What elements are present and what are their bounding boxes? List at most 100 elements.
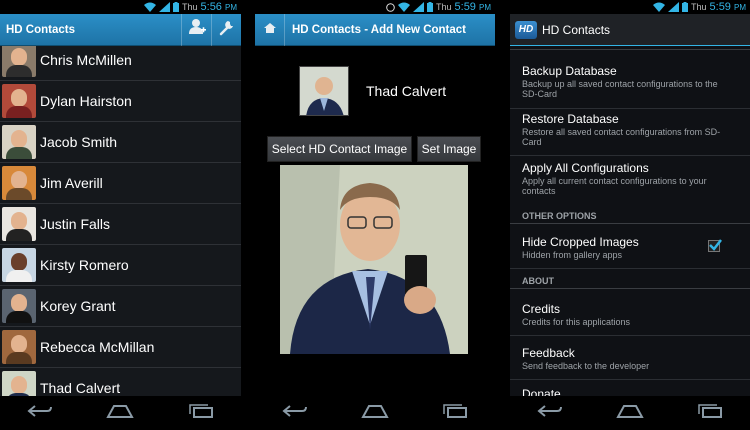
credits-subtitle: Credits for this applications (522, 317, 631, 327)
status-time: 5:59 PM (709, 1, 746, 13)
action-bar: HD Contacts - Add New Contact (255, 13, 495, 46)
contact-name: Jacob Smith (40, 134, 118, 150)
contact-list: Chris McMillen Dylan Hairston Jacob Smit… (0, 46, 241, 396)
signal-icon (668, 2, 679, 12)
list-item[interactable]: Rebecca McMillan (0, 327, 241, 368)
add-contact-button[interactable] (181, 13, 211, 46)
list-item[interactable]: Thad Calvert (0, 368, 241, 396)
contact-name: Justin Falls (40, 216, 111, 232)
recent-apps-icon[interactable] (442, 403, 468, 423)
battery-icon (427, 2, 433, 12)
contact-name: Chris McMillen (40, 52, 132, 68)
status-day: Thu (691, 2, 707, 12)
wifi-icon (398, 2, 410, 12)
status-bar: Thu 5:59 PM (510, 0, 750, 14)
contact-name: Thad Calvert (40, 380, 121, 396)
list-item[interactable]: Jacob Smith (0, 122, 241, 163)
app-title: HD Contacts (6, 23, 76, 36)
restore-database-item[interactable]: Restore Database Restore all saved conta… (510, 110, 750, 156)
avatar (2, 166, 36, 200)
screen-title: HD Contacts - Add New Contact (292, 23, 466, 36)
add-contact-screen: Thu 5:59 PM HD Contacts - Add New Contac… (255, 0, 495, 430)
credits-item[interactable]: Credits Credits for this applications (510, 300, 750, 336)
list-item[interactable]: Justin Falls (0, 204, 241, 245)
donate-title: Donate (522, 387, 561, 396)
status-day: Thu (182, 2, 198, 12)
status-day: Thu (436, 2, 452, 12)
restore-title: Restore Database (522, 112, 619, 126)
feedback-subtitle: Send feedback to the developer (522, 361, 650, 371)
home-icon[interactable] (361, 404, 389, 423)
category-header-partial (510, 46, 750, 50)
avatar (2, 248, 36, 282)
backup-database-item[interactable]: Backup Database Backup up all saved cont… (510, 62, 750, 109)
settings-button[interactable] (211, 13, 241, 46)
contact-name: Dylan Hairston (40, 93, 132, 109)
action-bar: HD Contacts (0, 13, 241, 46)
alarm-icon (386, 2, 395, 12)
apply-configurations-item[interactable]: Apply All Configurations Apply all curre… (510, 159, 750, 205)
home-up-button[interactable] (255, 13, 285, 46)
navigation-bar (0, 396, 241, 430)
navigation-bar (510, 396, 750, 430)
home-icon[interactable] (106, 404, 135, 423)
restore-subtitle: Restore all saved contact configurations… (522, 127, 721, 147)
backup-title: Backup Database (522, 64, 617, 78)
set-image-button[interactable]: Set Image (417, 136, 481, 162)
list-item[interactable]: Kirsty Romero (0, 245, 241, 286)
list-item[interactable]: Chris McMillen (0, 46, 241, 81)
wifi-icon (653, 2, 665, 12)
avatar (2, 125, 36, 159)
feedback-item[interactable]: Feedback Send feedback to the developer (510, 344, 750, 380)
back-icon[interactable] (537, 404, 563, 423)
contact-photo (280, 165, 468, 354)
feedback-title: Feedback (522, 346, 575, 360)
avatar (2, 289, 36, 323)
app-title: HD Contacts (542, 22, 611, 37)
settings-list: Backup Database Backup up all saved cont… (510, 46, 750, 396)
hide-cropped-images-item[interactable]: Hide Cropped Images Hidden from gallery … (510, 233, 750, 269)
status-bar: Thu 5:59 PM (255, 0, 495, 14)
contact-thumbnail[interactable] (299, 66, 349, 116)
avatar (2, 84, 36, 118)
contacts-list-screen: Thu 5:56 PM HD Contacts Chris McMillen D… (0, 0, 241, 430)
add-contact-icon (188, 18, 206, 41)
credits-title: Credits (522, 302, 561, 316)
contact-name: Kirsty Romero (40, 257, 129, 273)
apply-title: Apply All Configurations (522, 161, 649, 175)
recent-apps-icon[interactable] (188, 403, 214, 423)
backup-subtitle: Backup up all saved contact configuratio… (522, 79, 718, 99)
battery-icon (682, 2, 688, 12)
avatar (2, 207, 36, 241)
recent-apps-icon[interactable] (697, 403, 723, 423)
back-icon[interactable] (282, 404, 308, 423)
select-image-button[interactable]: Select HD Contact Image (267, 136, 412, 162)
home-icon (263, 21, 277, 39)
contact-name: Jim Averill (40, 175, 103, 191)
home-icon[interactable] (616, 404, 644, 423)
signal-icon (413, 2, 424, 12)
status-time: 5:56 PM (200, 1, 237, 13)
avatar (2, 46, 36, 77)
wifi-icon (144, 2, 156, 12)
navigation-bar (255, 396, 495, 430)
avatar (2, 371, 36, 396)
list-item[interactable]: Korey Grant (0, 286, 241, 327)
avatar (2, 330, 36, 364)
back-icon[interactable] (27, 404, 53, 423)
status-time: 5:59 PM (454, 1, 491, 13)
contact-name: Korey Grant (40, 298, 116, 314)
hide-cropped-checkbox[interactable] (708, 239, 722, 252)
status-bar: Thu 5:56 PM (0, 0, 241, 14)
signal-icon (159, 2, 170, 12)
contact-name: Rebecca McMillan (40, 339, 155, 355)
list-item[interactable]: Jim Averill (0, 163, 241, 204)
donate-item[interactable]: Donate (510, 385, 750, 396)
settings-screen: Thu 5:59 PM HD HD Contacts Backup Databa… (510, 0, 750, 430)
app-logo: HD (515, 20, 537, 39)
category-header: OTHER OPTIONS (510, 208, 750, 224)
add-contact-body: Thad Calvert Select HD Contact Image Set… (255, 46, 495, 396)
wrench-icon (218, 18, 236, 41)
apply-subtitle: Apply all current contact configurations… (522, 176, 707, 196)
list-item[interactable]: Dylan Hairston (0, 81, 241, 122)
